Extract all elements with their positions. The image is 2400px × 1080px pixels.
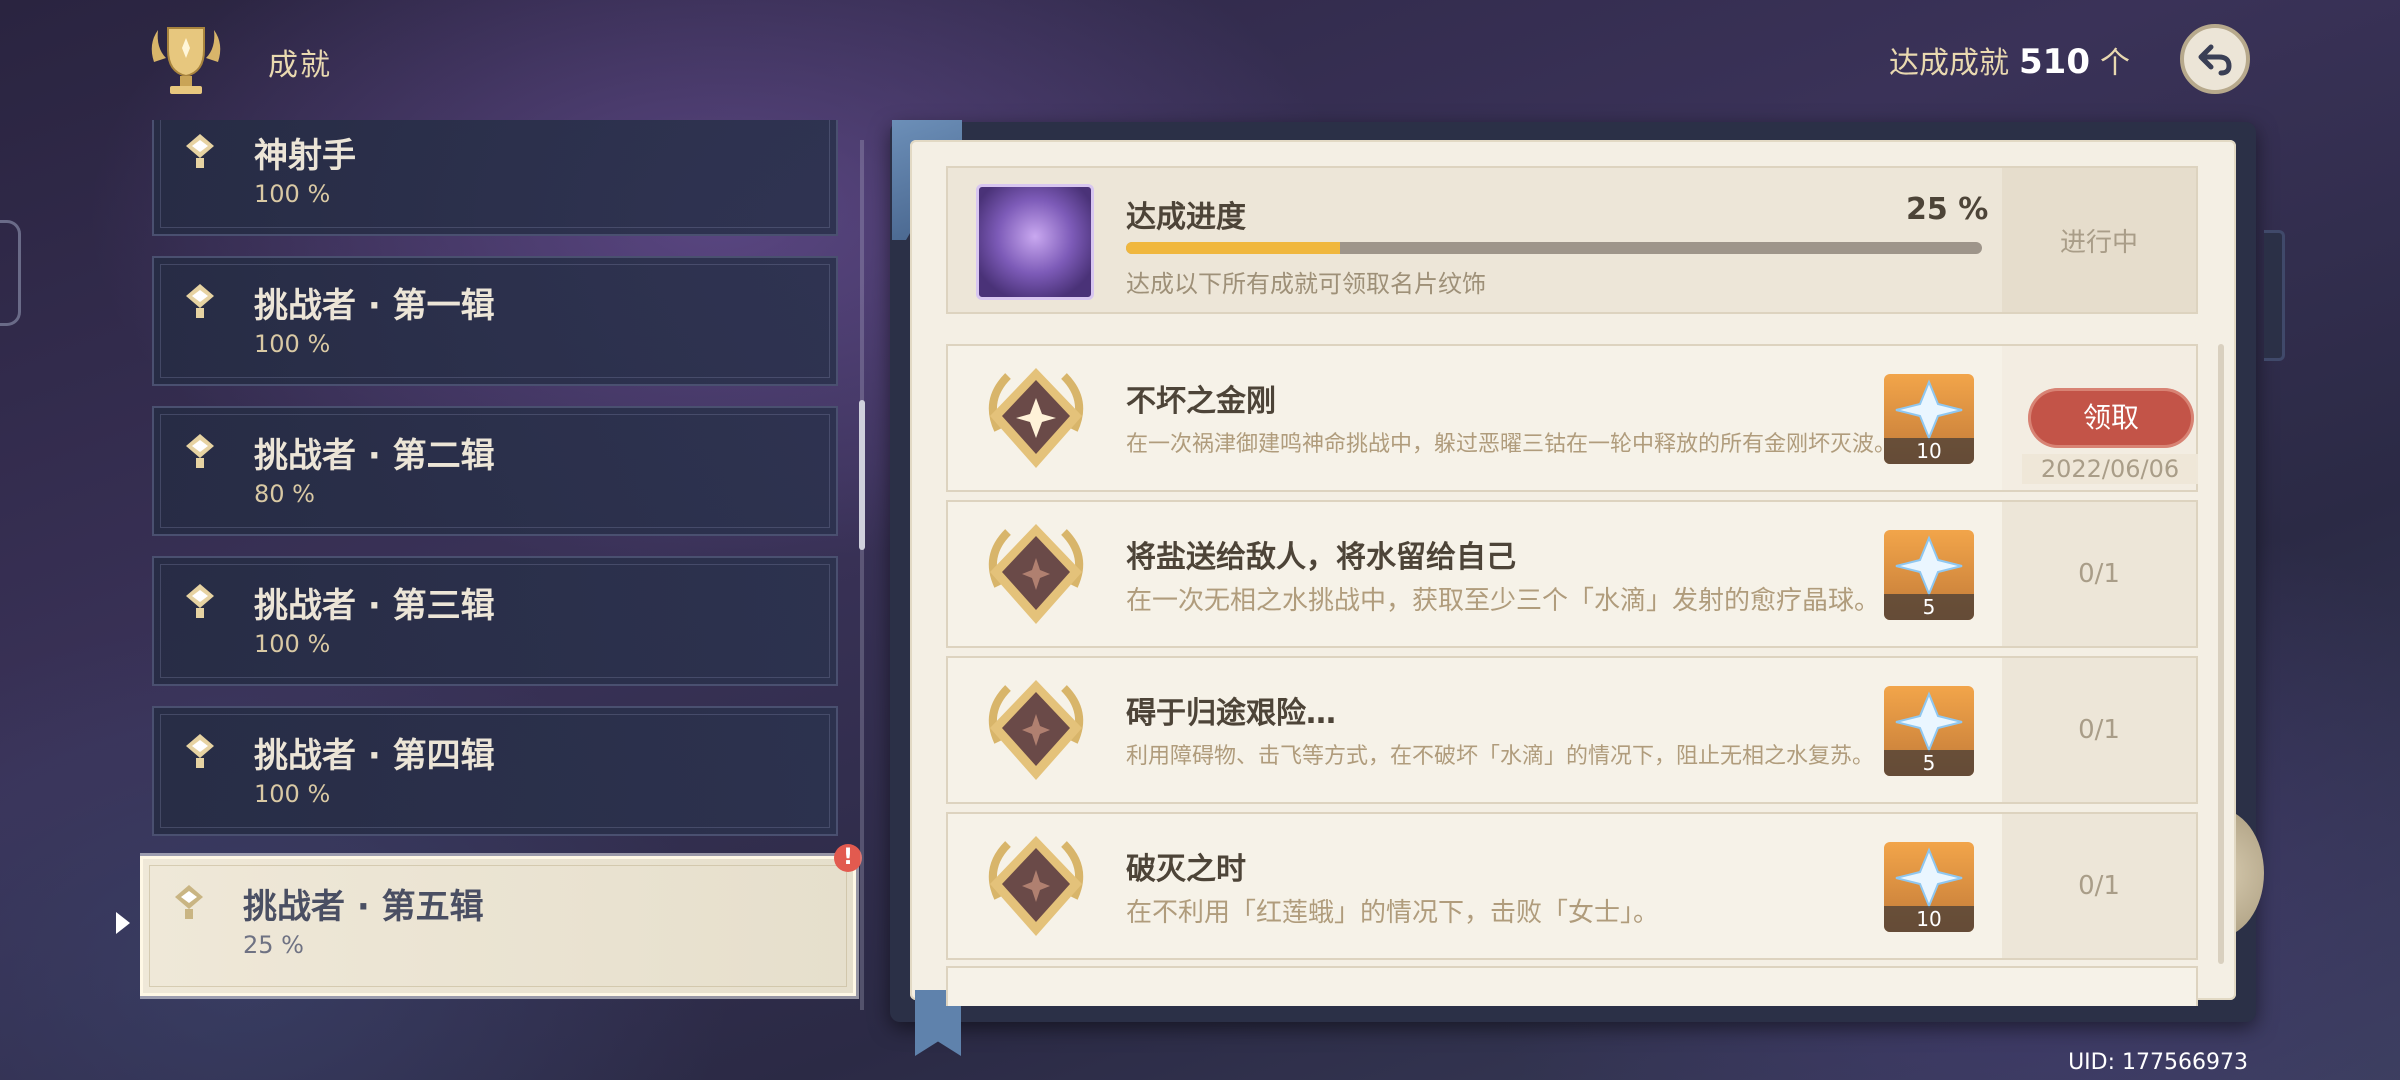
achievement-badge-icon [988, 836, 1084, 936]
progress-description: 达成以下所有成就可领取名片纹饰 [1126, 270, 1486, 298]
category-item[interactable]: 挑战者 · 第二辑 80 % [152, 406, 838, 536]
category-name: 神射手 [254, 136, 356, 176]
category-icon [175, 885, 203, 919]
achievement-progress: 0/1 [2002, 658, 2196, 802]
progress-status: 进行中 [2002, 168, 2196, 312]
primogem-icon [1895, 847, 1963, 909]
progress-title: 达成进度 [1126, 200, 1246, 235]
achievement-progress: 0/1 [2002, 502, 2196, 646]
primogem-icon [1895, 691, 1963, 753]
achievement-row[interactable]: 不坏之金刚 在一次祸津御建鸣神命挑战中，躲过恶曜三钴在一轮中释放的所有金刚坏灭波… [946, 344, 2198, 492]
progress-bar [1126, 242, 1982, 254]
reward-count: 10 [1884, 906, 1974, 932]
category-percent: 25 % [243, 931, 304, 959]
category-item-selected[interactable]: 挑战者 · 第五辑 25 % [140, 856, 856, 996]
achievement-title: 破灭之时 [1126, 852, 1246, 887]
category-scrollbar-thumb[interactable] [859, 400, 865, 550]
category-percent: 100 % [254, 330, 331, 358]
back-icon [2198, 44, 2232, 76]
reward-count: 10 [1884, 438, 1974, 464]
achievement-description: 利用障碍物、击飞等方式，在不破坏「水滴」的情况下，阻止无相之水复苏。 [1126, 744, 1875, 769]
achievement-scrollbar[interactable] [2218, 344, 2224, 964]
category-icon [186, 734, 214, 768]
achievement-badge-icon [988, 524, 1084, 624]
category-name: 挑战者 · 第四辑 [254, 736, 495, 776]
category-item[interactable]: 挑战者 · 第一辑 100 % [152, 256, 838, 386]
achievement-description: 在一次祸津御建鸣神命挑战中，躲过恶曜三钴在一轮中释放的所有金刚坏灭波。 [1126, 432, 1897, 457]
page-title: 成就 [268, 48, 332, 83]
category-item[interactable]: 神射手 100 % [152, 120, 838, 236]
category-name: 挑战者 · 第五辑 [243, 887, 484, 927]
achievement-count-value: 510 [2019, 42, 2090, 82]
achievement-title: 将盐送给敌人，将水留给自己 [1126, 540, 1516, 575]
category-icon [186, 284, 214, 318]
category-name: 挑战者 · 第三辑 [254, 586, 495, 626]
category-scrollbar-track[interactable] [860, 140, 864, 1010]
category-item[interactable]: 挑战者 · 第三辑 100 % [152, 556, 838, 686]
category-list[interactable]: 神射手 100 % 挑战者 · 第一辑 100 % 挑战者 · 第二辑 80 %… [140, 120, 860, 1020]
achievement-badge-icon [988, 680, 1084, 780]
primogem-icon [1895, 379, 1963, 441]
primogem-reward[interactable]: 10 [1884, 842, 1974, 932]
side-tab-handle[interactable] [0, 220, 21, 326]
primogem-reward[interactable]: 5 [1884, 686, 1974, 776]
achievement-count-unit: 个 [2100, 46, 2130, 81]
category-percent: 100 % [254, 180, 331, 208]
player-uid: UID: 177566973 [2068, 1050, 2248, 1075]
achievement-badge-icon [988, 368, 1084, 468]
achievement-title: 不坏之金刚 [1126, 384, 1276, 419]
achievement-date: 2022/06/06 [2022, 454, 2198, 484]
category-percent: 100 % [254, 780, 331, 808]
achievement-row-partial[interactable] [946, 966, 2198, 1006]
trophy-icon [151, 27, 221, 94]
achievement-progress: 0/1 [2002, 814, 2196, 958]
primogem-icon [1895, 535, 1963, 597]
category-item[interactable]: 挑战者 · 第四辑 100 % [152, 706, 838, 836]
book-edge-tab [2264, 230, 2285, 361]
achievement-row[interactable]: 碍于归途艰险… 利用障碍物、击飞等方式，在不破坏「水滴」的情况下，阻止无相之水复… [946, 656, 2198, 804]
back-button[interactable] [2180, 24, 2250, 94]
category-percent: 80 % [254, 480, 315, 508]
completion-progress-card: 达成进度 25 % 达成以下所有成就可领取名片纹饰 进行中 [946, 166, 2198, 314]
achievement-count: 达成成就 510 个 [1889, 38, 2130, 82]
category-icon [186, 134, 214, 168]
category-icon [186, 584, 214, 618]
achievement-description: 在不利用「红莲蛾」的情况下，击败「女士」。 [1126, 898, 1660, 928]
category-name: 挑战者 · 第二辑 [254, 436, 495, 476]
category-percent: 100 % [254, 630, 331, 658]
progress-bar-fill [1126, 242, 1340, 254]
notification-badge: ! [834, 844, 862, 872]
category-name: 挑战者 · 第一辑 [254, 286, 495, 326]
primogem-reward[interactable]: 10 [1884, 374, 1974, 464]
achievement-description: 在一次无相之水挑战中，获取至少三个「水滴」发射的愈疗晶球。 [1126, 586, 1881, 616]
claim-button[interactable]: 领取 [2028, 388, 2194, 448]
reward-count: 5 [1884, 750, 1974, 776]
category-icon [186, 434, 214, 468]
namecard-preview-image[interactable] [976, 184, 1094, 300]
selection-arrow-icon [116, 912, 130, 934]
achievement-row[interactable]: 破灭之时 在不利用「红莲蛾」的情况下，击败「女士」。 10 0/1 [946, 812, 2198, 960]
progress-percent: 25 % [1906, 192, 1989, 227]
achievement-row[interactable]: 将盐送给敌人，将水留给自己 在一次无相之水挑战中，获取至少三个「水滴」发射的愈疗… [946, 500, 2198, 648]
achievement-count-label: 达成成就 [1889, 46, 2010, 81]
reward-count: 5 [1884, 594, 1974, 620]
achievement-title: 碍于归途艰险… [1126, 696, 1336, 731]
primogem-reward[interactable]: 5 [1884, 530, 1974, 620]
